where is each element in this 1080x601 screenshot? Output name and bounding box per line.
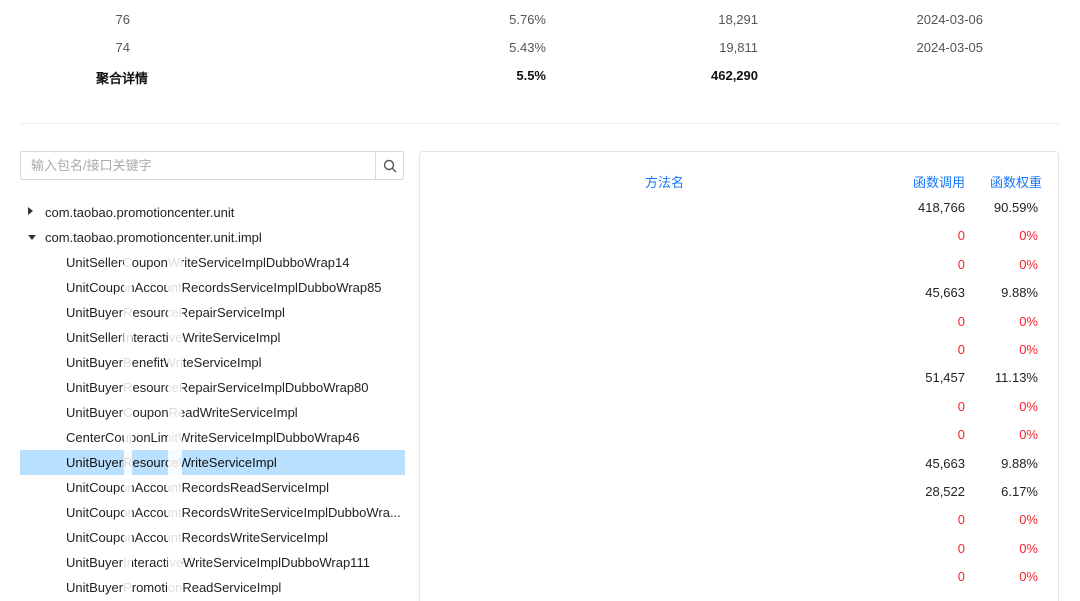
weight-cell: 0% [1019, 569, 1038, 585]
tree-class-label: UnitBuyerInteractiveWriteServiceImplDubb… [66, 555, 370, 570]
tree-class[interactable]: UnitCouponAccountRecordsWriteServiceImpl [20, 525, 405, 550]
summary-date: 2024-03-06 [916, 12, 984, 27]
tree-class-label: UnitCouponAccountRecordsWriteServiceImpl… [66, 505, 401, 520]
weight-cell: 6.17% [1001, 484, 1038, 499]
tree-class[interactable]: UnitBuyerCouponReadWriteServiceImpl [20, 400, 405, 425]
tree-package[interactable]: com.taobao.promotioncenter.unit.impl [20, 225, 405, 250]
calls-cell: 45,663 [925, 455, 965, 471]
summary-id: 76 [115, 12, 130, 27]
table-row[interactable]: createFromUpdateBuyerResource (UpdateBuy… [420, 478, 1058, 506]
method-table-panel: 方法名 函数调用 函数权重 $jacocoInit 418,76690.59%a… [419, 151, 1059, 601]
header-weight[interactable]: 函数权重 [975, 172, 1042, 191]
tree-class[interactable]: UnitSellerInteractiveWriteServiceImpl [20, 325, 405, 350]
weight-cell: 0% [1019, 398, 1038, 414]
tree-package-label: com.taobao.promotioncenter.unit [45, 205, 235, 220]
table-row[interactable]: deal1212CouponDataTransUnit (Long,Coupon… [420, 506, 1058, 534]
table-row[interactable]: $jacocoInit 418,76690.59% [420, 194, 1058, 222]
search-button[interactable] [375, 152, 403, 179]
weight-cell: 90.59% [993, 200, 1038, 215]
summary-total-row: 聚合详情 5.5% 462,290 [0, 62, 1080, 90]
summary-row: 74 5.43% 19,811 2024-03-05 [0, 34, 1080, 62]
calls-cell: 0 [957, 313, 965, 329]
table-row[interactable]: delBuyerResourceForHistory (Long,List)00… [420, 563, 1058, 591]
weight-cell: 0% [1019, 228, 1038, 244]
weight-cell: 0% [1019, 540, 1038, 556]
section-divider [20, 123, 1060, 124]
summary-total-count: 462,290 [711, 68, 758, 83]
caret-down-icon[interactable] [28, 235, 36, 240]
tree-class-label: UnitBuyerBenefitWriteServiceImpl [66, 355, 262, 370]
tree-class-label: UnitCouponAccountRecordsWriteServiceImpl [66, 530, 329, 545]
search-box [20, 151, 404, 180]
calls-cell: 28,522 [925, 484, 965, 499]
tree-class[interactable]: UnitSellerCouponWriteServiceImplDubboWra… [20, 250, 405, 275]
tree-class[interactable]: UnitBuyerInteractiveWriteServiceImplDubb… [20, 550, 405, 575]
search-icon [383, 159, 396, 172]
summary-table: 76 5.76% 18,291 2024-03-06 74 5.43% 19,8… [0, 0, 1080, 120]
weight-cell: 11.13% [994, 370, 1038, 386]
summary-row: 76 5.76% 18,291 2024-03-06 [0, 6, 1080, 34]
tree-class[interactable]: CenterCouponLimitWriteServiceImplDubboWr… [20, 425, 405, 450]
header-method[interactable]: 方法名 [420, 172, 940, 191]
summary-date: 2024-03-05 [916, 40, 984, 55]
tree-class[interactable]: UnitBuyerResourceRepairServiceImpl [20, 300, 405, 325]
calls-cell: 0 [957, 569, 965, 585]
summary-rate: 5.76% [509, 12, 546, 27]
tree-class[interactable]: UnitBuyerResourceRepairServiceImplDubboW… [20, 375, 405, 400]
caret-right-icon[interactable] [28, 207, 33, 215]
tree-class[interactable]: UnitCouponAccountRecordsReadServiceImpl [20, 475, 405, 500]
summary-count: 19,811 [719, 40, 758, 55]
table-row[interactable]: buildCouponAccountRecordsDO (MarketingIn… [420, 421, 1058, 449]
summary-count: 18,291 [718, 12, 758, 27]
tree-package[interactable]: com.taobao.promotioncenter.unit [20, 200, 405, 225]
tree-class-label: UnitBuyerResourceRepairServiceImplDubboW… [66, 380, 369, 395]
summary-id: 74 [115, 40, 130, 55]
package-tree: com.taobao.promotioncenter.unit com.taob… [20, 200, 405, 600]
tree-class-label: UnitCouponAccountRecordsServiceImplDubbo… [66, 280, 382, 295]
search-input[interactable] [21, 152, 376, 179]
table-row[interactable]: buildAlscExtra (BuyerResourceDO,AlscExtr… [420, 364, 1058, 392]
table-row[interactable]: addBuyerResourceAll (Long,BuyerResourceD… [420, 251, 1058, 279]
header-calls[interactable]: 函数调用 [890, 172, 965, 191]
tree-class[interactable]: UnitBuyerBenefitWriteServiceImpl [20, 350, 405, 375]
calls-cell: 418,766 [918, 200, 965, 215]
tree-class[interactable]: UnitCouponAccountRecordsServiceImplDubbo… [20, 275, 405, 300]
tree-class[interactable]: UnitCouponAccountRecordsWriteServiceImpl… [20, 500, 405, 525]
summary-total-rate: 5.5% [516, 68, 546, 83]
summary-rate: 5.43% [509, 40, 546, 55]
weight-cell: 0% [1019, 313, 1038, 329]
table-row[interactable]: addBuyerResourceRelationToTair (Long,Lon… [420, 279, 1058, 307]
tree-class-label: UnitCouponAccountRecordsReadServiceImpl [66, 480, 330, 495]
tree-class-label: UnitSellerCouponWriteServiceImplDubboWra… [66, 255, 350, 270]
weight-cell: 0% [1019, 256, 1038, 272]
weight-cell: 9.88% [1001, 455, 1038, 471]
table-row[interactable]: buildCouponAccountRecordsDO (MarketingIn… [420, 393, 1058, 421]
weight-cell: 0% [1019, 342, 1038, 357]
tree-package-label: com.taobao.promotioncenter.unit.impl [45, 230, 262, 245]
weight-cell: 0% [1019, 427, 1038, 443]
calls-cell: 0 [957, 342, 965, 357]
redaction-block [168, 250, 182, 595]
weight-cell: 9.88% [1001, 285, 1038, 301]
calls-cell: 0 [957, 256, 965, 272]
tree-class-selected[interactable]: UnitBuyerResourceWriteServiceImpl [20, 450, 405, 475]
redaction-block [124, 250, 132, 595]
calls-cell: 45,663 [925, 285, 965, 301]
summary-total-label: 聚合详情 [96, 71, 149, 86]
calls-cell: 51,457 [925, 370, 965, 386]
calls-cell: 0 [957, 398, 965, 414]
tree-class[interactable]: UnitBuyerPromotionReadServiceImpl [20, 575, 405, 600]
calls-cell: 0 [957, 540, 965, 556]
calls-cell: 0 [957, 427, 965, 443]
table-header: 方法名 函数调用 函数权重 [420, 168, 1058, 192]
weight-cell: 0% [1019, 512, 1038, 528]
calls-cell: 0 [957, 512, 965, 528]
table-row[interactable]: addBuyerResource (Long,BuyerResourceDO)0… [420, 222, 1058, 250]
table-row[interactable]: addBuyerResourceWithReturnResourceCode (… [420, 308, 1058, 336]
table-row[interactable]: createFromBuyerResource (BuyerResourceDO… [420, 450, 1058, 478]
calls-cell: 0 [957, 228, 965, 244]
table-row[interactable]: batchUpdateBuyerResourceForTransform (Lo… [420, 336, 1058, 364]
table-row[interactable]: delBuyerResource (Long,Long)00% [420, 535, 1058, 563]
tree-class-label: CenterCouponLimitWriteServiceImplDubboWr… [66, 430, 360, 445]
